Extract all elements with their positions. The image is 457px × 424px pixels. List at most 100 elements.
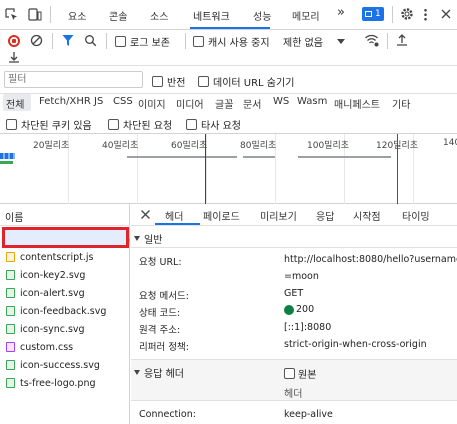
close-devtools-icon[interactable]: [440, 8, 452, 20]
blocked-cookies-checkbox[interactable]: 차단된 쿠키 있음: [6, 117, 92, 132]
referrer-policy-value: strict-origin-when-cross-origin: [284, 339, 427, 350]
type-filter-all[interactable]: 전체: [6, 96, 24, 111]
checkbox-box[interactable]: [108, 119, 119, 130]
network-conditions-icon[interactable]: [364, 33, 379, 47]
request-name: hello?username=moon: [19, 233, 130, 245]
status-code-key: 상태 코드:: [139, 308, 181, 319]
request-name: icon-success.svg: [20, 359, 100, 371]
request-row[interactable]: custom.css: [0, 338, 130, 356]
request-url-key: 요청 URL:: [139, 257, 182, 268]
more-tabs-icon[interactable]: »: [337, 5, 345, 20]
request-method-key: 요청 메서드:: [139, 291, 189, 302]
blocked-requests-checkbox[interactable]: 차단된 요청: [108, 117, 172, 132]
general-section-header[interactable]: 일반: [134, 231, 162, 246]
type-filter-other[interactable]: 기타: [392, 96, 410, 111]
disable-cache-checkbox[interactable]: 캐시 사용 중지: [193, 34, 270, 49]
checkbox-box[interactable]: [193, 36, 204, 47]
type-filter-js[interactable]: JS: [94, 96, 103, 107]
timeline-bar: [243, 156, 275, 158]
blocked-cookies-label: 차단된 쿠키 있음: [21, 121, 92, 132]
status-ok-icon: [284, 304, 294, 315]
tab-elements[interactable]: 요소: [68, 8, 86, 23]
tab-memory[interactable]: 메모리: [292, 8, 320, 23]
checkbox-box[interactable]: [152, 76, 163, 87]
tab-console[interactable]: 콘솔: [109, 8, 127, 23]
tab-headers[interactable]: 헤더: [165, 208, 183, 223]
tab-initiator[interactable]: 시작점: [353, 208, 381, 223]
type-filter-font[interactable]: 글꼴: [215, 96, 233, 111]
clear-icon[interactable]: [30, 34, 43, 47]
type-filter-media[interactable]: 미디어: [176, 96, 204, 111]
type-filter-css[interactable]: CSS: [113, 96, 133, 107]
tab-divider: [50, 6, 51, 23]
checkbox-box[interactable]: [115, 36, 126, 47]
type-filter-wasm[interactable]: Wasm: [297, 96, 327, 107]
hide-data-urls-checkbox[interactable]: 데이터 URL 숨기기: [198, 74, 294, 89]
raw-headers-checkbox[interactable]: 원본: [284, 366, 316, 381]
tab-timing[interactable]: 타이밍: [402, 208, 430, 223]
timeline-tick-label: 40밀리초: [102, 141, 139, 151]
request-list-header: 이름: [0, 204, 130, 226]
checkbox-box[interactable]: [186, 119, 197, 130]
request-row[interactable]: icon-feedback.svg: [0, 302, 130, 320]
inspect-element-icon[interactable]: [5, 8, 18, 21]
tab-performance[interactable]: 성능: [253, 8, 271, 23]
throttling-select[interactable]: 제한 없음: [283, 34, 345, 49]
request-row[interactable]: icon-success.svg: [0, 356, 130, 374]
checkbox-box[interactable]: [198, 76, 209, 87]
request-row[interactable]: hello?username=moon: [0, 230, 130, 248]
third-party-checkbox[interactable]: 타사 요청: [186, 117, 241, 132]
issues-badge[interactable]: 1: [362, 7, 384, 21]
invert-checkbox[interactable]: 반전: [152, 74, 185, 89]
filter-input[interactable]: [4, 71, 143, 88]
close-details-icon[interactable]: [140, 209, 151, 220]
timeline-bar: [0, 153, 15, 159]
name-column-header[interactable]: 이름: [5, 209, 23, 224]
filter-funnel-icon[interactable]: [62, 34, 74, 47]
tab-response[interactable]: 응답: [316, 208, 334, 223]
file-type-icon: [6, 306, 15, 316]
request-url-value: http://localhost:8080/hello?username: [284, 254, 457, 265]
tab-network[interactable]: 네트워크: [193, 8, 230, 23]
record-stop-icon[interactable]: [8, 35, 20, 47]
section-divider: [131, 247, 457, 248]
type-filter-doc[interactable]: 문서: [243, 96, 261, 111]
response-headers-header[interactable]: 응답 헤더: [134, 365, 184, 380]
search-icon[interactable]: [84, 34, 97, 47]
request-row[interactable]: ts-free-logo.png: [0, 374, 130, 392]
settings-gear-icon[interactable]: [400, 7, 414, 21]
request-url-value-cont: =moon: [284, 271, 319, 282]
checkbox-box[interactable]: [6, 119, 17, 130]
timeline-tick-label: 20밀리초: [33, 141, 70, 151]
tab-divider: [52, 33, 53, 49]
request-row[interactable]: icon-sync.svg: [0, 320, 130, 338]
file-type-icon: [6, 378, 15, 388]
export-har-icon[interactable]: [8, 50, 20, 64]
throttling-value: 제한 없음: [283, 38, 323, 49]
import-har-icon[interactable]: [396, 33, 408, 47]
tab-divider: [392, 6, 393, 23]
message-icon: [365, 11, 372, 17]
file-type-icon: [6, 324, 15, 334]
file-type-icon: [6, 270, 15, 280]
kebab-menu-icon[interactable]: [424, 8, 427, 21]
device-toolbar-icon[interactable]: [28, 8, 42, 21]
type-filter-image[interactable]: 이미지: [138, 96, 166, 111]
tab-preview[interactable]: 미리보기: [260, 208, 297, 223]
request-row[interactable]: icon-alert.svg: [0, 284, 130, 302]
tab-payload[interactable]: 페이로드: [203, 208, 240, 223]
type-filter-ws[interactable]: WS: [273, 96, 289, 107]
timeline-overview[interactable]: 20밀리초 40밀리초 60밀리초 80밀리초 100밀리초 120밀리초 14…: [0, 134, 457, 204]
response-headers-section: 응답 헤더 원본 헤더: [131, 359, 457, 401]
timeline-bar: [298, 156, 391, 158]
file-type-icon: [6, 342, 15, 352]
type-filter-fetch-xhr[interactable]: Fetch/XHR: [39, 96, 91, 107]
tab-sources[interactable]: 소스: [150, 8, 168, 23]
request-row[interactable]: icon-key2.svg: [0, 266, 130, 284]
checkbox-box[interactable]: [284, 368, 295, 379]
request-name: icon-key2.svg: [20, 269, 86, 281]
request-row[interactable]: contentscript.js: [0, 248, 130, 266]
preserve-log-checkbox[interactable]: 로그 보존: [115, 34, 170, 49]
status-code-text: 200: [296, 304, 315, 315]
type-filter-manifest[interactable]: 매니페스트: [334, 96, 380, 111]
